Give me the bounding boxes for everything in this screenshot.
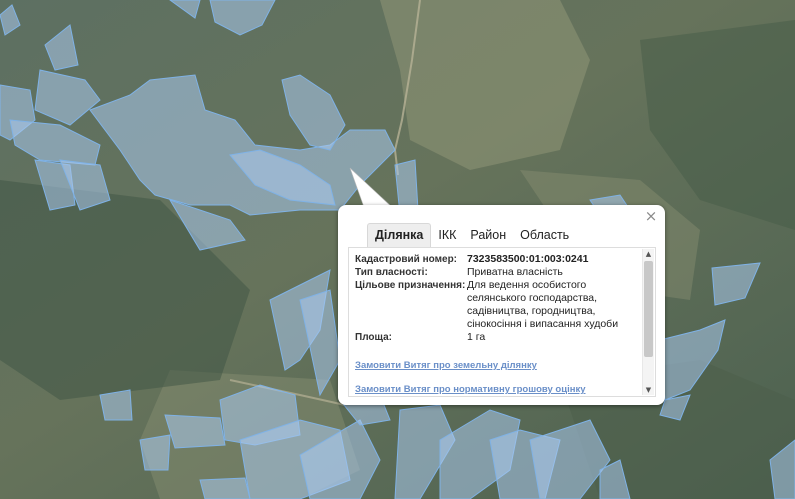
field-area: Площа: 1 га [355, 331, 640, 344]
ownership-type-value: Приватна власність [467, 266, 563, 278]
field-label: Площа: [355, 332, 392, 343]
parcel[interactable] [199, 477, 251, 499]
scrollbar[interactable]: ▲ ▼ [642, 249, 654, 395]
parcel[interactable] [164, 414, 226, 449]
tab-district[interactable]: Район [463, 224, 513, 246]
field-label: Цільове призначення: [355, 280, 466, 291]
parcel-info-popup: × Ділянка ІКК Район Область Кадастровий … [338, 205, 665, 405]
field-label: Кадастровий номер: [355, 254, 458, 265]
parcel-details: Кадастровий номер: 7323583500:01:003:024… [355, 253, 640, 395]
field-purpose: Цільове призначення: Для ведення особист… [355, 279, 640, 331]
order-valuation-extract-link[interactable]: Замовити Витяг про нормативну грошову оц… [355, 384, 640, 395]
field-cadastral-number: Кадастровий номер: 7323583500:01:003:024… [355, 253, 640, 266]
scroll-up-icon[interactable]: ▲ [643, 249, 654, 259]
scroll-down-icon[interactable]: ▼ [643, 385, 654, 395]
field-ownership-type: Тип власності: Приватна власність [355, 266, 640, 279]
purpose-value: Для ведення особистого селянського госпо… [467, 279, 619, 330]
parcel[interactable] [99, 389, 133, 421]
area-value: 1 га [467, 331, 486, 343]
parcel-info-panel: Кадастровий номер: 7323583500:01:003:024… [348, 247, 656, 397]
tab-ikk[interactable]: ІКК [431, 224, 463, 246]
order-parcel-extract-link[interactable]: Замовити Витяг про земельну ділянку [355, 360, 640, 371]
close-icon[interactable]: × [644, 209, 658, 224]
tab-region[interactable]: Область [513, 224, 576, 246]
cadastral-number-value: 7323583500:01:003:0241 [467, 253, 589, 265]
field-label: Тип власності: [355, 267, 428, 278]
parcel[interactable] [139, 434, 171, 471]
popup-tabs: Ділянка ІКК Район Область [367, 223, 576, 247]
scroll-thumb[interactable] [644, 261, 653, 357]
tab-parcel[interactable]: Ділянка [367, 223, 432, 247]
